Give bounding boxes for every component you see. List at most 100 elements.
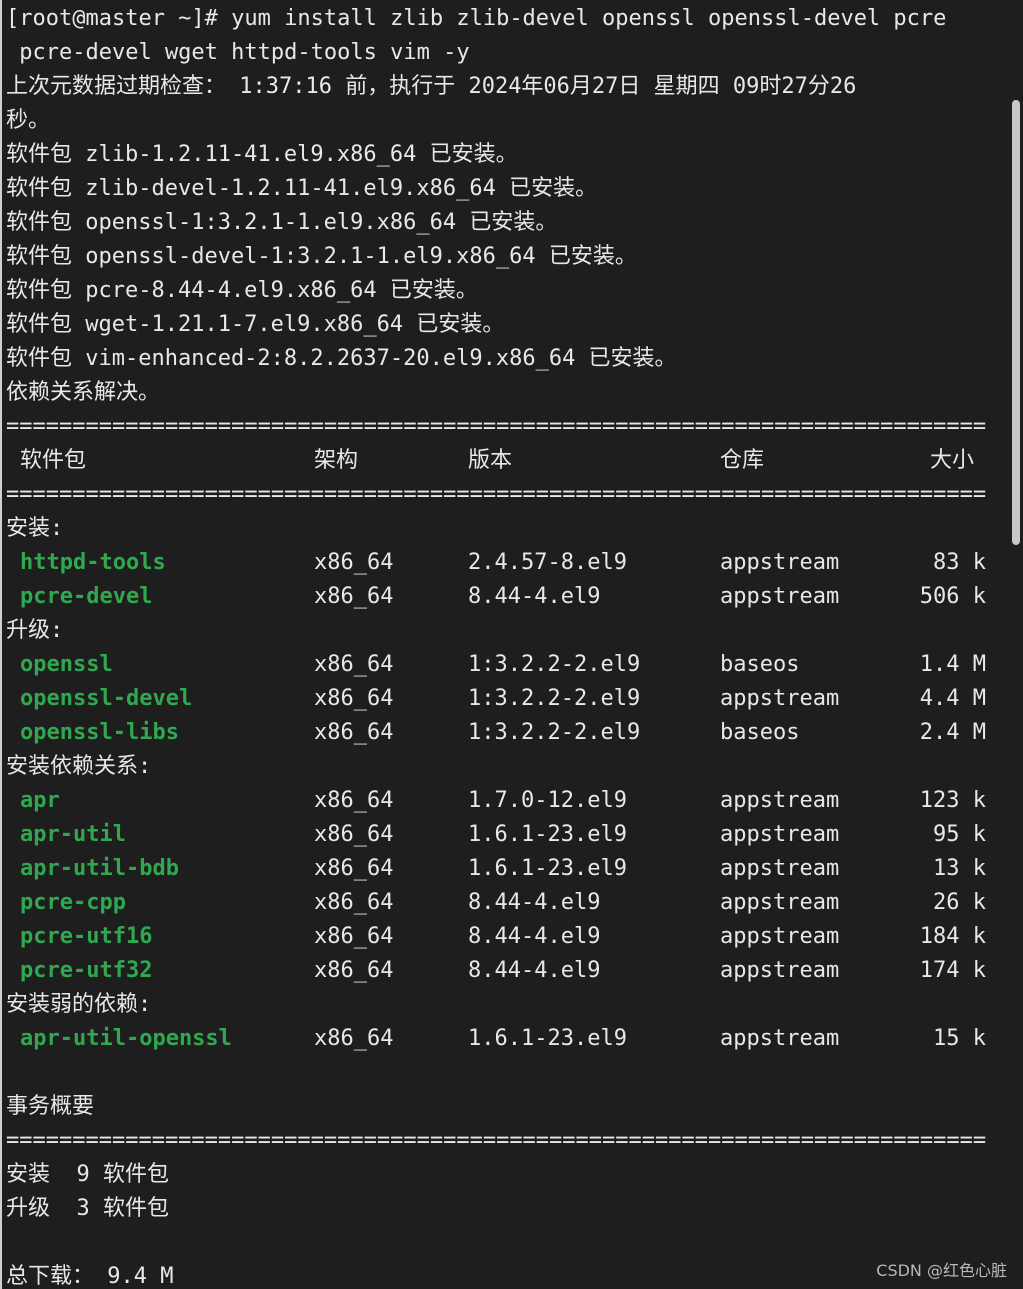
section-upgrade: 升级: bbox=[6, 618, 64, 643]
section-install-deps: 安装依赖关系: bbox=[6, 754, 152, 779]
table-row: apr-util x86_64 1.6.1-23.el9 appstream 9… bbox=[6, 818, 1006, 852]
package-version: 2.4.57-8.el9 bbox=[468, 550, 627, 575]
header-size: 大小 bbox=[930, 448, 975, 473]
separator-line: ========================================… bbox=[6, 1128, 987, 1153]
package-repo: appstream bbox=[720, 686, 840, 711]
package-repo: appstream bbox=[720, 584, 840, 609]
transaction-summary-title: 事务概要 bbox=[6, 1094, 95, 1119]
installed-package-line: 软件包 pcre-8.44-4.el9.x86_64 已安装。 bbox=[6, 278, 478, 303]
summary-install-count: 安装 9 软件包 bbox=[6, 1162, 169, 1187]
package-version: 1.6.1-23.el9 bbox=[468, 856, 627, 881]
package-repo: appstream bbox=[720, 550, 840, 575]
package-size: 174 k bbox=[919, 958, 986, 983]
separator-line: ========================================… bbox=[6, 482, 987, 507]
package-arch: x86_64 bbox=[314, 652, 394, 677]
package-size: 13 k bbox=[933, 856, 986, 881]
terminal-window[interactable]: [root@master ~]# yum install zlib zlib-d… bbox=[0, 0, 1008, 1289]
table-row: apr-util-bdb x86_64 1.6.1-23.el9 appstre… bbox=[6, 852, 1006, 886]
section-install: 安装: bbox=[6, 516, 64, 541]
package-arch: x86_64 bbox=[314, 720, 394, 745]
separator-line: ========================================… bbox=[6, 414, 987, 439]
package-size: 506 k bbox=[919, 584, 986, 609]
package-arch: x86_64 bbox=[314, 1026, 394, 1051]
package-name: apr-util-bdb bbox=[20, 856, 179, 881]
package-name: pcre-cpp bbox=[20, 890, 126, 915]
table-row: httpd-tools x86_64 2.4.57-8.el9 appstrea… bbox=[6, 546, 1006, 580]
package-repo: appstream bbox=[720, 890, 840, 915]
package-arch: x86_64 bbox=[314, 856, 394, 881]
package-arch: x86_64 bbox=[314, 550, 394, 575]
installed-package-line: 软件包 zlib-devel-1.2.11-41.el9.x86_64 已安装。 bbox=[6, 176, 598, 201]
package-name: openssl bbox=[20, 652, 113, 677]
installed-package-line: 软件包 openssl-devel-1:3.2.1-1.el9.x86_64 已… bbox=[6, 244, 637, 269]
package-name: pcre-utf16 bbox=[20, 924, 153, 949]
package-size: 15 k bbox=[933, 1026, 986, 1051]
table-row: apr-util-openssl x86_64 1.6.1-23.el9 app… bbox=[6, 1022, 1006, 1056]
package-size: 95 k bbox=[933, 822, 986, 847]
scrollbar-thumb[interactable] bbox=[1012, 100, 1020, 545]
package-version: 1.6.1-23.el9 bbox=[468, 822, 627, 847]
package-version: 1.6.1-23.el9 bbox=[468, 1026, 627, 1051]
table-row: pcre-devel x86_64 8.44-4.el9 appstream 5… bbox=[6, 580, 1006, 614]
metadata-check-line-1: 上次元数据过期检查： 1:37:16 前，执行于 2024年06月27日 星期四… bbox=[6, 74, 857, 99]
section-install-weak-deps: 安装弱的依赖: bbox=[6, 992, 152, 1017]
package-version: 8.44-4.el9 bbox=[468, 924, 601, 949]
installed-package-line: 软件包 zlib-1.2.11-41.el9.x86_64 已安装。 bbox=[6, 142, 518, 167]
package-version: 1.7.0-12.el9 bbox=[468, 788, 627, 813]
package-repo: baseos bbox=[720, 652, 800, 677]
package-name: apr bbox=[20, 788, 60, 813]
package-size: 4.4 M bbox=[919, 686, 986, 711]
package-repo: appstream bbox=[720, 1026, 840, 1051]
package-version: 1:3.2.2-2.el9 bbox=[468, 720, 641, 745]
package-arch: x86_64 bbox=[314, 890, 394, 915]
package-repo: appstream bbox=[720, 788, 840, 813]
package-version: 8.44-4.el9 bbox=[468, 958, 601, 983]
package-size: 1.4 M bbox=[919, 652, 986, 677]
package-repo: appstream bbox=[720, 958, 840, 983]
header-version: 版本 bbox=[468, 448, 513, 473]
package-size: 184 k bbox=[919, 924, 986, 949]
package-repo: appstream bbox=[720, 856, 840, 881]
package-arch: x86_64 bbox=[314, 958, 394, 983]
metadata-check-line-2: 秒。 bbox=[6, 108, 51, 133]
table-row: pcre-utf16 x86_64 8.44-4.el9 appstream 1… bbox=[6, 920, 1006, 954]
dependencies-resolved: 依赖关系解决。 bbox=[6, 380, 161, 405]
installed-package-line: 软件包 openssl-1:3.2.1-1.el9.x86_64 已安装。 bbox=[6, 210, 558, 235]
table-row: apr x86_64 1.7.0-12.el9 appstream 123 k bbox=[6, 784, 1006, 818]
table-row: openssl x86_64 1:3.2.2-2.el9 baseos 1.4 … bbox=[6, 648, 1006, 682]
package-size: 83 k bbox=[933, 550, 986, 575]
package-repo: appstream bbox=[720, 822, 840, 847]
header-arch: 架构 bbox=[314, 448, 359, 473]
package-arch: x86_64 bbox=[314, 686, 394, 711]
package-arch: x86_64 bbox=[314, 584, 394, 609]
vertical-scrollbar[interactable] bbox=[1008, 0, 1023, 1289]
package-version: 8.44-4.el9 bbox=[468, 584, 601, 609]
table-row: pcre-cpp x86_64 8.44-4.el9 appstream 26 … bbox=[6, 886, 1006, 920]
package-size: 123 k bbox=[919, 788, 986, 813]
package-name: apr-util-openssl bbox=[20, 1026, 232, 1051]
package-repo: appstream bbox=[720, 924, 840, 949]
command-line-2: pcre-devel wget httpd-tools vim -y bbox=[6, 40, 470, 65]
installed-package-line: 软件包 vim-enhanced-2:8.2.2637-20.el9.x86_6… bbox=[6, 346, 677, 371]
package-arch: x86_64 bbox=[314, 822, 394, 847]
package-name: httpd-tools bbox=[20, 550, 166, 575]
table-row: openssl-libs x86_64 1:3.2.2-2.el9 baseos… bbox=[6, 716, 1006, 750]
total-download: 总下载： 9.4 M bbox=[6, 1264, 174, 1289]
package-name: pcre-devel bbox=[20, 584, 153, 609]
command-line-1: [root@master ~]# yum install zlib zlib-d… bbox=[6, 6, 947, 31]
package-size: 26 k bbox=[933, 890, 986, 915]
table-row: openssl-devel x86_64 1:3.2.2-2.el9 appst… bbox=[6, 682, 1006, 716]
package-name: openssl-devel bbox=[20, 686, 193, 711]
package-name: openssl-libs bbox=[20, 720, 179, 745]
table-row: pcre-utf32 x86_64 8.44-4.el9 appstream 1… bbox=[6, 954, 1006, 988]
summary-upgrade-count: 升级 3 软件包 bbox=[6, 1196, 169, 1221]
package-version: 1:3.2.2-2.el9 bbox=[468, 652, 641, 677]
package-arch: x86_64 bbox=[314, 788, 394, 813]
package-name: apr-util bbox=[20, 822, 126, 847]
installed-package-line: 软件包 wget-1.21.1-7.el9.x86_64 已安装。 bbox=[6, 312, 505, 337]
package-size: 2.4 M bbox=[919, 720, 986, 745]
header-package: 软件包 bbox=[20, 448, 87, 473]
watermark: CSDN @红色心脏 bbox=[876, 1261, 1007, 1280]
package-version: 8.44-4.el9 bbox=[468, 890, 601, 915]
package-arch: x86_64 bbox=[314, 924, 394, 949]
